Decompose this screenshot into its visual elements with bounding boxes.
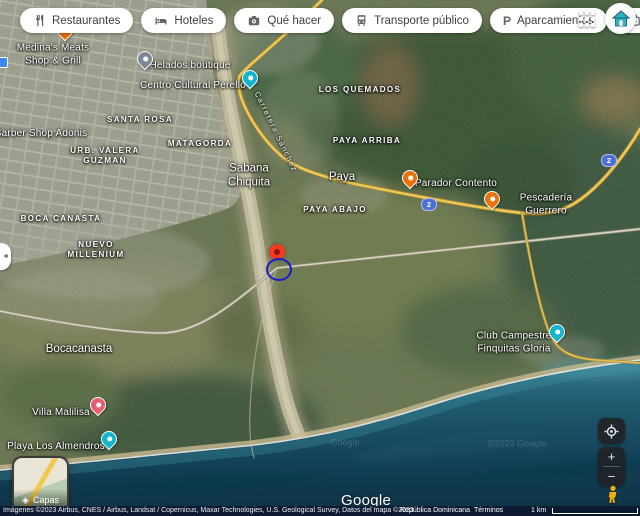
transit-icon	[355, 14, 368, 27]
chip-label: Qué hacer	[267, 15, 321, 27]
chip-restaurantes[interactable]: Restaurantes	[20, 8, 133, 33]
google-maps-satellite-view: Medina's Meats Shop & Grill Helados bout…	[0, 0, 640, 516]
restaurant-icon	[33, 14, 46, 27]
chip-label: Transporte público	[374, 15, 469, 27]
terms-link[interactable]: Términos	[474, 506, 503, 516]
collapse-arrow-icon: ◄	[2, 253, 9, 260]
zoom-control: + −	[598, 447, 625, 486]
house-icon	[611, 9, 631, 29]
scale-label: 1 km	[531, 506, 546, 516]
imagery-attribution: Imágenes ©2023 Airbus, CNES / Airbus, La…	[3, 506, 414, 516]
satellite-map-canvas[interactable]	[0, 0, 640, 516]
chip-label: Restaurantes	[52, 15, 120, 27]
google-apps-icon[interactable]	[579, 11, 595, 27]
region-link[interactable]: República Dominicana	[400, 506, 470, 516]
hotel-icon	[154, 14, 168, 28]
chip-que-hacer[interactable]: Qué hacer	[234, 8, 334, 33]
layers-label: Capas	[33, 495, 59, 505]
category-chip-bar: Restaurantes Hoteles Qué hacer	[20, 8, 640, 33]
layers-icon: ◈	[22, 495, 29, 506]
my-location-button[interactable]	[598, 418, 625, 444]
chip-label: Hoteles	[174, 15, 213, 27]
my-location-icon	[604, 424, 619, 439]
chip-hoteles[interactable]: Hoteles	[141, 8, 226, 33]
attractions-icon	[247, 14, 261, 28]
chip-transporte-publico[interactable]: Transporte público	[342, 8, 482, 33]
pegman-icon	[604, 485, 622, 504]
lodging-icon[interactable]	[0, 57, 8, 68]
selection-circle	[266, 258, 292, 281]
zoom-in-button[interactable]: +	[598, 447, 625, 466]
scale-bar	[552, 508, 638, 514]
route-2-shield: 2	[601, 154, 617, 167]
route-2-shield: 2	[421, 198, 437, 211]
pegman-streetview[interactable]	[604, 485, 622, 504]
zoom-out-button[interactable]: −	[598, 467, 625, 486]
layers-widget[interactable]: ◈ Capas	[12, 456, 69, 513]
attribution-bar: Imágenes ©2023 Airbus, CNES / Airbus, La…	[0, 506, 640, 516]
travel-profile-button[interactable]	[605, 3, 636, 34]
parking-icon: P	[503, 14, 511, 28]
